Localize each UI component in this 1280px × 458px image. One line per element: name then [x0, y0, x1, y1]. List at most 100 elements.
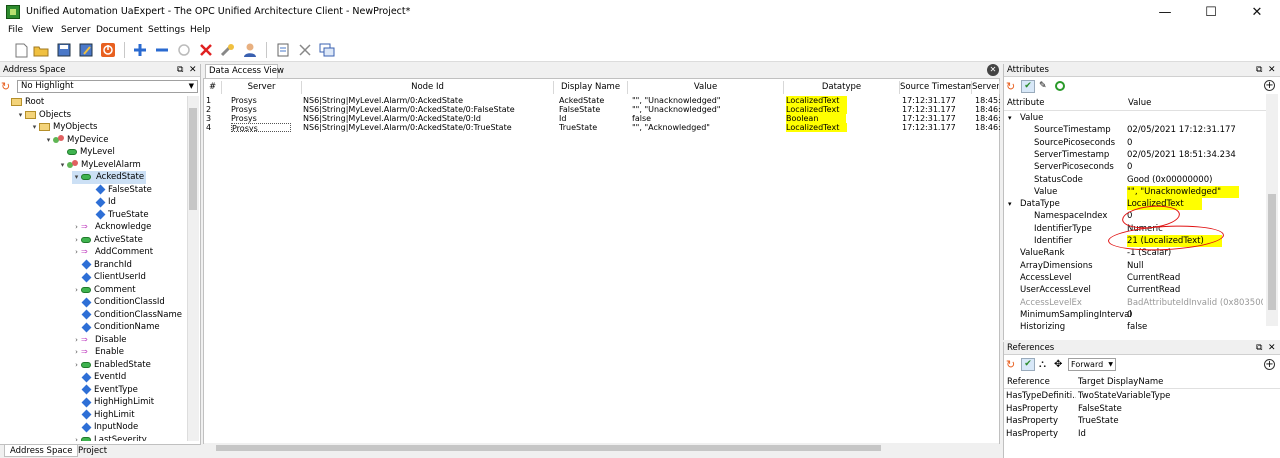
tree-node[interactable]: HighHighLimit [72, 396, 154, 409]
menu-server[interactable]: Server [61, 25, 91, 35]
add-icon[interactable]: + [1264, 80, 1275, 91]
expand-arrow-icon[interactable]: › [72, 221, 81, 234]
menu-settings[interactable]: Settings [148, 25, 185, 35]
tree-node[interactable]: › EnabledState [72, 359, 151, 372]
column-header[interactable]: Value [628, 81, 784, 94]
table-cell-server[interactable]: Prosys [231, 105, 257, 114]
attribute-value[interactable]: 0 [1127, 309, 1132, 321]
column-header[interactable]: Datatype [784, 81, 900, 94]
table-cell-nodeid[interactable]: NS6|String|MyLevel.Alarm/0:AckedState [303, 96, 463, 105]
check-icon[interactable]: ✔ [1021, 80, 1035, 93]
reference-type[interactable]: HasProperty [1006, 415, 1058, 428]
attribute-value[interactable]: Good (0x00000000) [1127, 174, 1212, 186]
check-icon[interactable]: ✔ [1021, 358, 1035, 371]
table-cell-datatype[interactable]: Boolean [786, 114, 847, 123]
panel-close-icon[interactable]: ✕ [1268, 64, 1276, 77]
tree-node[interactable]: ▾ AckedState [72, 171, 147, 184]
tree-node[interactable]: › ActiveState [72, 234, 143, 247]
tree-node[interactable]: ClientUserId [72, 271, 146, 284]
attribute-value[interactable]: BadAttributeIdInvalid (0x80350000) [1127, 297, 1263, 309]
table-cell-datatype[interactable]: LocalizedText [786, 105, 848, 114]
attributes-scroll-thumb[interactable] [1268, 194, 1276, 310]
undock-icon[interactable]: ⧉ [1256, 64, 1262, 77]
window-icon[interactable] [318, 41, 336, 59]
tree-node[interactable]: Root [2, 96, 44, 109]
tree-scroll-thumb[interactable] [189, 108, 197, 210]
table-cell-nodeid[interactable]: NS6|String|MyLevel.Alarm/0:AckedState/0:… [303, 114, 481, 123]
attribute-value[interactable]: 0 [1127, 161, 1132, 173]
refresh-icon[interactable]: ↻ [1, 80, 15, 93]
address-tree[interactable]: Root ▾ Objects ▾ MyObjects ▾ MyDevice MyLevel ▾ M… [0, 96, 187, 441]
document-icon[interactable] [274, 41, 292, 59]
expand-arrow-icon[interactable]: › [72, 334, 81, 347]
network-icon[interactable]: ✥ [1054, 358, 1062, 371]
table-cell-name[interactable]: TrueState [559, 123, 597, 132]
column-header[interactable]: Server [972, 81, 1000, 94]
reference-target[interactable]: Id [1078, 428, 1086, 441]
save-icon[interactable] [55, 41, 73, 59]
reference-target[interactable]: FalseState [1078, 403, 1122, 416]
tree-node[interactable]: › ⇒ Disable [72, 334, 126, 347]
open-folder-icon[interactable] [32, 41, 50, 59]
direction-select[interactable]: Forward ▼ [1068, 358, 1116, 371]
table-cell-src_ts[interactable]: 17:12:31.177 [902, 114, 956, 123]
table-cell-srv_ts[interactable]: 18:46: [975, 114, 1000, 123]
undock-icon[interactable]: ⧉ [177, 64, 183, 77]
power-icon[interactable] [99, 41, 117, 59]
table-cell-value[interactable]: "", "Acknowledged" [632, 123, 710, 132]
tree-node[interactable]: HighLimit [72, 409, 135, 422]
attribute-value[interactable]: "", "Unacknowledged" [1127, 185, 1240, 199]
table-cell-n[interactable]: 4 [206, 123, 211, 132]
attribute-value[interactable]: CurrentRead [1127, 272, 1180, 284]
attribute-value[interactable]: 02/05/2021 18:51:34.234 [1127, 149, 1236, 161]
table-cell-server[interactable]: Prosys [231, 123, 291, 132]
expand-arrow-icon[interactable]: ▾ [44, 134, 53, 147]
tree-node[interactable]: ▾ MyLevelAlarm [58, 159, 141, 172]
column-header[interactable]: Server [222, 81, 302, 94]
tab-data-access-view[interactable]: Data Access View [205, 64, 284, 78]
panel-close-icon[interactable]: ✕ [189, 64, 197, 77]
menu-view[interactable]: View [32, 25, 53, 35]
tree-node[interactable]: › ⇒ AddComment [72, 246, 153, 259]
menu-document[interactable]: Document [96, 25, 143, 35]
expand-arrow-icon[interactable]: › [72, 234, 81, 247]
new-file-icon[interactable] [12, 41, 30, 59]
tree-node[interactable]: EventType [72, 384, 138, 397]
tree-node[interactable]: TrueState [86, 209, 149, 222]
attribute-value[interactable]: 0 [1127, 137, 1132, 149]
tree-node[interactable]: FalseState [86, 184, 152, 197]
close-window-button[interactable]: ✕ [1234, 0, 1280, 24]
remove-server-icon[interactable] [153, 41, 171, 59]
tree-node[interactable]: › Comment [72, 284, 136, 297]
table-cell-value[interactable]: "", "Unacknowledged" [632, 105, 720, 114]
expand-arrow-icon[interactable]: › [72, 359, 81, 372]
reference-type[interactable]: HasProperty [1006, 428, 1058, 441]
attribute-value[interactable]: 02/05/2021 17:12:31.177 [1127, 124, 1236, 136]
expand-arrow-icon[interactable]: ▾ [58, 159, 67, 172]
table-hscroll-thumb[interactable] [216, 445, 881, 451]
reference-type[interactable]: HasProperty [1006, 403, 1058, 416]
tree-node[interactable]: ▾ MyObjects [30, 121, 98, 134]
table-cell-name[interactable]: AckedState [559, 96, 604, 105]
refresh-icon[interactable]: ↻ [1006, 358, 1015, 371]
expand-arrow-icon[interactable]: › [72, 346, 81, 359]
table-cell-src_ts[interactable]: 17:12:31.177 [902, 96, 956, 105]
table-cell-n[interactable]: 2 [206, 105, 211, 114]
undock-icon[interactable]: ⧉ [1256, 342, 1262, 355]
table-cell-datatype[interactable]: LocalizedText [786, 96, 848, 105]
table-cell-src_ts[interactable]: 17:12:31.177 [902, 123, 956, 132]
table-cell-srv_ts[interactable]: 18:46: [975, 105, 1000, 114]
tree-node[interactable]: ConditionClassName [72, 309, 182, 322]
table-cell-srv_ts[interactable]: 18:45: [975, 96, 1000, 105]
connect-icon[interactable] [175, 41, 193, 59]
reference-target[interactable]: TwoStateVariableType [1078, 390, 1170, 403]
expand-arrow-icon[interactable]: ▾ [16, 109, 25, 122]
disconnect-icon[interactable] [197, 41, 215, 59]
reference-type[interactable]: HasTypeDefiniti... [1006, 390, 1076, 403]
highlight-select[interactable]: No Highlight ▼ [17, 80, 198, 93]
maximize-button[interactable]: ☐ [1188, 0, 1234, 24]
table-cell-nodeid[interactable]: NS6|String|MyLevel.Alarm/0:AckedState/0:… [303, 105, 515, 114]
refresh-icon[interactable]: ↻ [1006, 80, 1015, 93]
expand-arrow-icon[interactable]: ▾ [1008, 112, 1012, 124]
table-cell-nodeid[interactable]: NS6|String|MyLevel.Alarm/0:AckedState/0:… [303, 123, 512, 132]
